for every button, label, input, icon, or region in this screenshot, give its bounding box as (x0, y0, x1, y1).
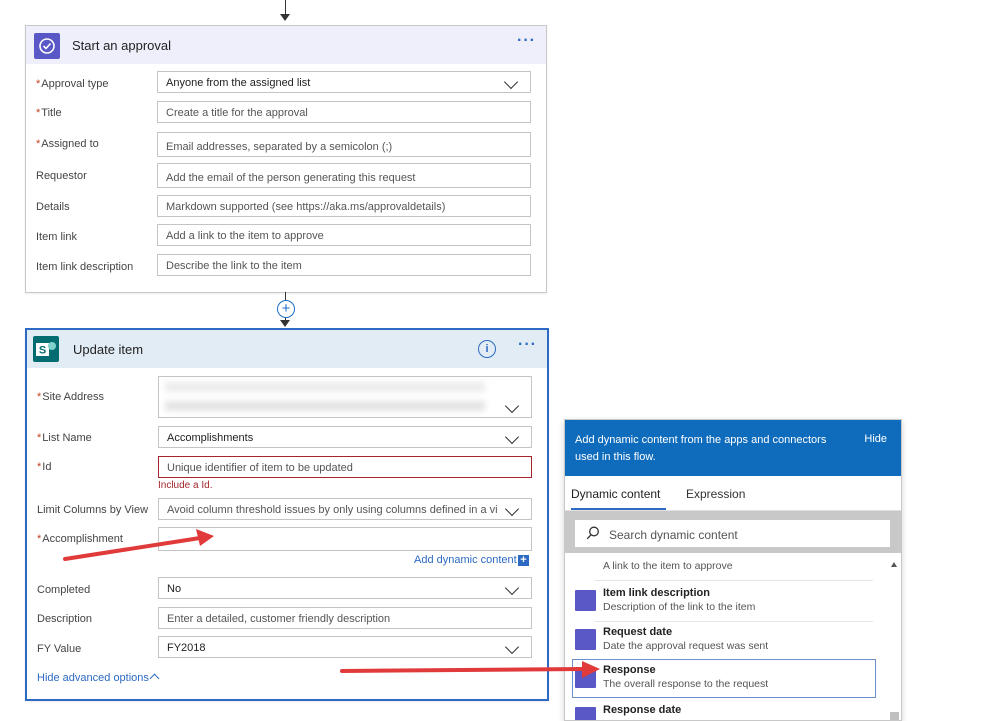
list-name-select[interactable]: Accomplishments (158, 426, 532, 448)
chevron-down-icon (504, 639, 520, 655)
active-tab-indicator (571, 508, 666, 510)
update-item-card: S Update item i ··· *Site Address *List … (25, 328, 549, 701)
limit-columns-select[interactable]: Avoid column threshold issues by only us… (158, 498, 532, 520)
requestor-input[interactable]: Add the email of the person generating t… (157, 163, 531, 188)
more-options-icon[interactable]: ··· (517, 32, 536, 50)
field-label-fy-value: FY Value (37, 643, 82, 655)
field-label-limit-columns: Limit Columns by View (37, 504, 149, 516)
details-input[interactable]: Markdown supported (see https://aka.ms/a… (157, 195, 531, 217)
info-icon[interactable]: i (478, 340, 496, 358)
list-item[interactable]: Item link description Description of the… (573, 583, 875, 622)
approval-icon (34, 33, 60, 59)
chevron-down-icon (504, 580, 520, 596)
tab-dynamic-content[interactable]: Dynamic content (571, 487, 660, 501)
list-item[interactable]: A link to the item to approve (573, 542, 875, 581)
field-label-completed: Completed (37, 584, 91, 596)
field-label-requestor: Requestor (36, 170, 87, 182)
blurred-value (165, 401, 485, 411)
connector-arrow (280, 320, 290, 327)
fy-value-select[interactable]: FY2018 (158, 636, 532, 658)
chevron-down-icon (504, 501, 520, 517)
chevron-down-icon (504, 429, 520, 445)
update-item-header[interactable]: S Update item i ··· (27, 330, 547, 368)
completed-select[interactable]: No (158, 577, 532, 599)
title-input[interactable]: Create a title for the approval (157, 101, 531, 123)
field-label-approval-type: *Approval type (36, 78, 109, 90)
approval-card: Start an approval ··· *Approval type Any… (25, 25, 547, 293)
field-label-id: *Id (37, 461, 52, 473)
chevron-up-icon (149, 673, 160, 684)
field-label-description: Description (37, 613, 93, 625)
approval-icon (575, 667, 596, 688)
item-link-input[interactable]: Add a link to the item to approve (157, 224, 531, 246)
sharepoint-icon: S (33, 336, 59, 362)
chevron-down-icon (504, 398, 520, 414)
scrollbar-thumb[interactable] (890, 712, 899, 720)
add-icon: + (518, 555, 529, 566)
svg-text:S: S (39, 345, 46, 357)
description-input[interactable]: Enter a detailed, customer friendly desc… (158, 607, 532, 629)
more-options-icon[interactable]: ··· (518, 336, 537, 354)
list-item-selected[interactable]: Response The overall response to the req… (572, 659, 876, 698)
tab-expression[interactable]: Expression (686, 487, 745, 501)
hide-panel-button[interactable]: Hide (864, 433, 887, 445)
search-icon (586, 526, 599, 540)
list-item[interactable]: Request date Date the approval request w… (573, 622, 875, 661)
update-item-title: Update item (73, 342, 144, 357)
dynamic-panel-header: Add dynamic content from the apps and co… (565, 420, 901, 476)
scroll-up-icon (891, 562, 897, 567)
dynamic-panel-tabs: Dynamic content Expression (565, 476, 901, 511)
approval-icon (575, 590, 596, 611)
id-input[interactable]: Unique identifier of item to be updated (158, 456, 532, 478)
dynamic-content-panel: Add dynamic content from the apps and co… (564, 419, 902, 721)
site-address-select[interactable] (158, 376, 532, 418)
field-label-details: Details (36, 201, 70, 213)
hide-advanced-options-link[interactable]: Hide advanced options (37, 672, 160, 684)
dynamic-content-list: A link to the item to approve Item link … (565, 558, 901, 720)
item-link-description-input[interactable]: Describe the link to the item (157, 254, 531, 276)
list-item[interactable]: Response date (573, 700, 875, 720)
scrollbar[interactable] (890, 562, 899, 720)
field-label-accomplishment: *Accomplishment (37, 533, 123, 545)
add-dynamic-content-link[interactable]: Add dynamic content + (414, 554, 529, 566)
accomplishment-input[interactable] (158, 527, 532, 551)
blurred-value (165, 382, 485, 392)
connector-arrow (280, 14, 290, 21)
field-label-title: *Title (36, 107, 62, 119)
id-error-message: Include a Id. (158, 480, 213, 491)
divider (595, 580, 873, 581)
approval-card-title: Start an approval (72, 38, 172, 53)
assigned-to-input[interactable]: Email addresses, separated by a semicolo… (157, 132, 531, 157)
field-label-assigned-to: *Assigned to (36, 138, 99, 150)
field-label-list-name: *List Name (37, 432, 92, 444)
approval-icon (575, 629, 596, 650)
dynamic-panel-description: Add dynamic content from the apps and co… (575, 434, 827, 463)
add-step-icon[interactable]: + (277, 300, 295, 318)
field-label-item-link: Item link (36, 231, 77, 243)
approval-type-select[interactable]: Anyone from the assigned list (157, 71, 531, 93)
field-label-item-link-description: Item link description (36, 261, 134, 273)
connector-line (285, 0, 286, 14)
approval-card-header[interactable]: Start an approval ··· (26, 26, 546, 64)
chevron-down-icon (503, 74, 519, 90)
field-label-site-address: *Site Address (37, 391, 105, 403)
